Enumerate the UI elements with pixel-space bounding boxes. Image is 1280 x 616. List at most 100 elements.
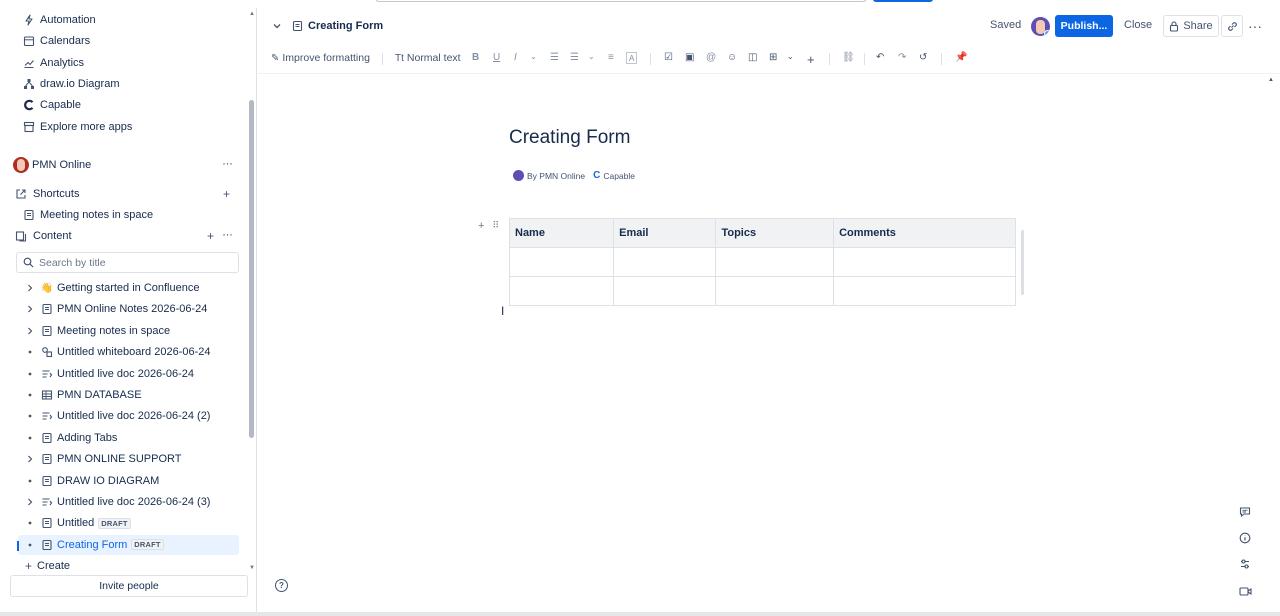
search-input[interactable] bbox=[39, 256, 219, 269]
insert-plus-icon[interactable]: + bbox=[807, 52, 815, 67]
add-shortcut-icon[interactable]: + bbox=[223, 187, 230, 201]
tree-item[interactable]: Untitled live doc 2026-06-24 bbox=[0, 364, 248, 384]
action-item-icon[interactable]: ☑ bbox=[664, 52, 673, 63]
redo-icon[interactable]: ↷ bbox=[898, 52, 906, 63]
bold-icon[interactable]: B bbox=[472, 52, 479, 63]
create-button[interactable]: + Create bbox=[0, 556, 248, 576]
layout-icon[interactable]: ◫ bbox=[748, 52, 757, 63]
undo-icon[interactable]: ↶ bbox=[876, 52, 884, 63]
tree-item[interactable]: PMN DATABASE bbox=[0, 385, 248, 405]
share-button[interactable]: Share bbox=[1163, 15, 1219, 37]
scroll-up-arrow-icon[interactable]: ▲ bbox=[248, 10, 256, 18]
table-cell[interactable] bbox=[613, 247, 717, 277]
copy-link-button[interactable] bbox=[1221, 15, 1243, 37]
pin-icon[interactable]: 📌 bbox=[955, 52, 967, 63]
help-icon[interactable]: ? bbox=[275, 579, 288, 592]
bullet-dot-icon[interactable] bbox=[24, 433, 36, 443]
tree-item[interactable]: Adding Tabs bbox=[0, 428, 248, 448]
table-scrollbar[interactable] bbox=[1021, 230, 1024, 295]
table-cell[interactable] bbox=[833, 276, 1016, 306]
mention-icon[interactable]: @ bbox=[706, 52, 716, 63]
collapse-chevron-icon[interactable] bbox=[272, 21, 282, 31]
search-box[interactable] bbox=[16, 252, 239, 273]
table-cell[interactable] bbox=[508, 247, 615, 277]
space-header[interactable]: PMN Online bbox=[0, 155, 248, 175]
form-table[interactable]: Name Email Topics Comments bbox=[508, 218, 1016, 306]
table-header-cell[interactable]: Comments bbox=[833, 218, 1016, 248]
italic-icon[interactable]: I bbox=[514, 52, 517, 63]
invite-people-button[interactable]: Invite people bbox=[10, 575, 248, 597]
comments-icon[interactable] bbox=[1236, 503, 1254, 521]
tree-item[interactable]: PMN ONLINE SUPPORT bbox=[0, 449, 248, 469]
more-formatting-chevron-icon[interactable]: ⌄ bbox=[530, 52, 537, 61]
chevron-right-icon[interactable] bbox=[24, 326, 36, 336]
scrollbar-thumb[interactable] bbox=[249, 100, 254, 438]
avatar[interactable] bbox=[1031, 17, 1050, 36]
table-cell[interactable] bbox=[715, 276, 835, 306]
drag-handle-icon[interactable]: ⠿ bbox=[492, 220, 499, 232]
settings-sliders-icon[interactable] bbox=[1236, 555, 1254, 573]
bullet-dot-icon[interactable] bbox=[24, 411, 36, 421]
top-action-button[interactable] bbox=[873, 0, 933, 2]
shortcut-item-meeting-notes[interactable]: Meeting notes in space bbox=[0, 205, 248, 225]
tree-item[interactable]: PMN Online Notes 2026-06-24 bbox=[0, 299, 248, 319]
bullet-dot-icon[interactable] bbox=[24, 476, 36, 486]
tree-item[interactable]: Untitled whiteboard 2026-06-24 bbox=[0, 342, 248, 362]
tree-item[interactable]: 👋 Getting started in Confluence bbox=[0, 278, 248, 298]
table-chevron-icon[interactable]: ⌄ bbox=[787, 52, 794, 61]
add-row-icon[interactable]: + bbox=[478, 220, 484, 232]
editor-area[interactable]: Creating Form By PMN Online C Capable + … bbox=[258, 75, 1268, 616]
chevron-right-icon[interactable] bbox=[24, 454, 36, 464]
table-header-cell[interactable]: Email bbox=[613, 218, 717, 248]
link-icon[interactable]: ⛓ bbox=[842, 52, 855, 63]
info-icon[interactable] bbox=[1236, 529, 1254, 547]
align-icon[interactable]: ≡ bbox=[608, 52, 614, 63]
bullet-dot-icon[interactable] bbox=[24, 390, 36, 400]
tree-item[interactable]: Untitled live doc 2026-06-24 (2) bbox=[0, 406, 248, 426]
content-more-icon[interactable]: ··· bbox=[222, 227, 233, 241]
app-label[interactable]: Capable bbox=[603, 171, 635, 181]
numbered-list-icon[interactable]: ☰ bbox=[570, 52, 579, 63]
tree-item[interactable]: DRAW IO DIAGRAM bbox=[0, 471, 248, 491]
sidebar-item-automation[interactable]: Automation bbox=[0, 10, 248, 30]
bullet-dot-icon[interactable] bbox=[24, 347, 36, 357]
sidebar-item-calendars[interactable]: Calendars bbox=[0, 31, 248, 51]
add-content-icon[interactable]: + bbox=[207, 229, 214, 243]
sidebar-scrollbar[interactable]: ▲ ▼ bbox=[248, 10, 256, 572]
tree-item[interactable]: Untitled live doc 2026-06-24 (3) bbox=[0, 492, 248, 512]
publish-button[interactable]: Publish... bbox=[1055, 15, 1113, 37]
tree-item[interactable]: Untitled DRAFT bbox=[0, 513, 248, 533]
chevron-right-icon[interactable] bbox=[24, 283, 36, 293]
table-cell[interactable] bbox=[508, 276, 615, 306]
table-icon[interactable]: ⊞ bbox=[769, 52, 777, 63]
bullet-dot-icon[interactable] bbox=[24, 369, 36, 379]
table-cell[interactable] bbox=[833, 247, 1016, 277]
table-header-cell[interactable]: Name bbox=[508, 218, 615, 248]
bullet-dot-icon[interactable] bbox=[24, 518, 36, 528]
bullet-dot-icon[interactable] bbox=[24, 540, 36, 550]
tree-item[interactable]: Creating Form DRAFT bbox=[18, 534, 239, 555]
emoji-icon[interactable]: ☺ bbox=[727, 52, 737, 63]
close-button[interactable]: Close bbox=[1124, 19, 1152, 31]
space-more-icon[interactable]: ··· bbox=[222, 156, 233, 170]
underline-icon[interactable]: U bbox=[493, 52, 500, 63]
chevron-right-icon[interactable] bbox=[24, 497, 36, 507]
text-color-icon[interactable]: A bbox=[626, 52, 638, 64]
sidebar-item-drawio[interactable]: draw.io Diagram bbox=[0, 74, 248, 94]
table-header-cell[interactable]: Topics bbox=[715, 218, 835, 248]
scroll-down-arrow-icon[interactable]: ▼ bbox=[248, 564, 256, 572]
page-title[interactable]: Creating Form bbox=[509, 127, 630, 149]
image-icon[interactable]: ▣ bbox=[685, 52, 694, 63]
address-bar[interactable] bbox=[375, 0, 867, 2]
improve-formatting-button[interactable]: ✎ Improve formatting bbox=[271, 52, 370, 64]
more-actions-icon[interactable]: ··· bbox=[1248, 18, 1262, 34]
shortcuts-header[interactable]: Shortcuts bbox=[0, 184, 248, 204]
sidebar-item-capable[interactable]: Capable bbox=[0, 95, 248, 115]
video-icon[interactable] bbox=[1236, 582, 1254, 600]
history-icon[interactable]: ↺ bbox=[919, 52, 927, 63]
bullet-list-icon[interactable]: ☰ bbox=[550, 52, 559, 63]
sidebar-item-explore-apps[interactable]: Explore more apps bbox=[0, 117, 248, 137]
table-cell[interactable] bbox=[715, 247, 835, 277]
chevron-right-icon[interactable] bbox=[24, 304, 36, 314]
tree-item[interactable]: Meeting notes in space bbox=[0, 321, 248, 341]
